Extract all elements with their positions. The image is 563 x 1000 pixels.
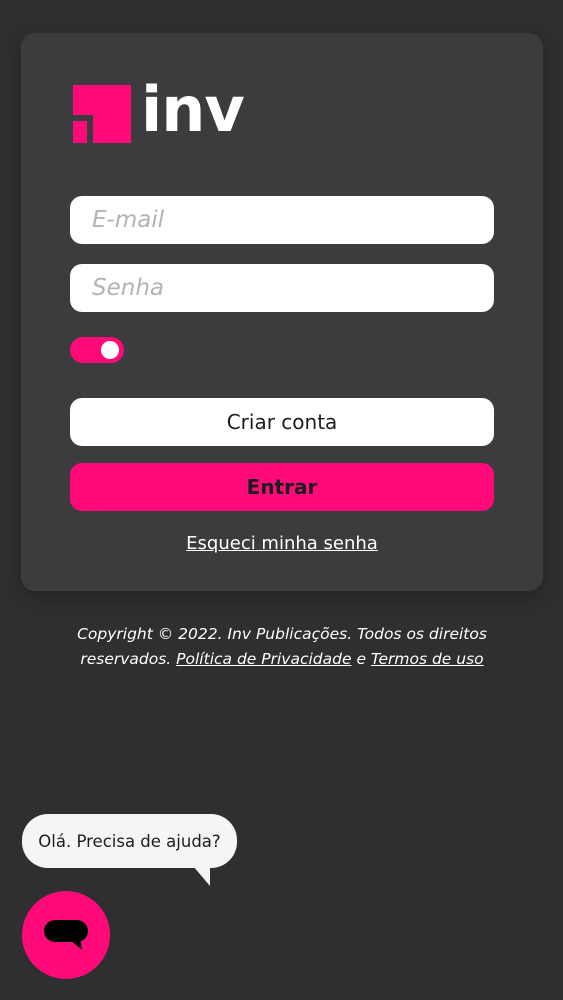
forgot-password-link[interactable]: Esqueci minha senha [21, 533, 543, 554]
chat-greeting-bubble: Olá. Precisa de ajuda? [22, 814, 237, 868]
toggle-knob [101, 341, 119, 359]
privacy-policy-link[interactable]: Política de Privacidade [176, 650, 351, 668]
chat-button[interactable] [22, 891, 110, 979]
remember-toggle[interactable] [70, 337, 124, 363]
password-field[interactable] [70, 264, 494, 312]
inv-logo-icon [73, 85, 131, 143]
footer-conjunction: e [356, 650, 366, 668]
chat-bubble-tail [193, 866, 210, 886]
terms-of-use-link[interactable]: Termos de uso [371, 650, 484, 668]
chat-greeting-text: Olá. Precisa de ajuda? [38, 831, 221, 851]
brand-name: inv [141, 73, 245, 146]
create-account-button[interactable]: Criar conta [70, 398, 494, 446]
enter-label: Entrar [246, 475, 318, 499]
chat-bubble-icon [44, 920, 88, 950]
create-account-label: Criar conta [226, 410, 338, 434]
email-field[interactable] [70, 196, 494, 244]
login-card: inv Criar conta Entrar Esqueci minha sen… [21, 33, 543, 591]
enter-button[interactable]: Entrar [70, 463, 494, 511]
brand-logo: inv [73, 79, 245, 145]
footer-text: Copyright © 2022. Inv Publicações. Todos… [40, 622, 524, 672]
